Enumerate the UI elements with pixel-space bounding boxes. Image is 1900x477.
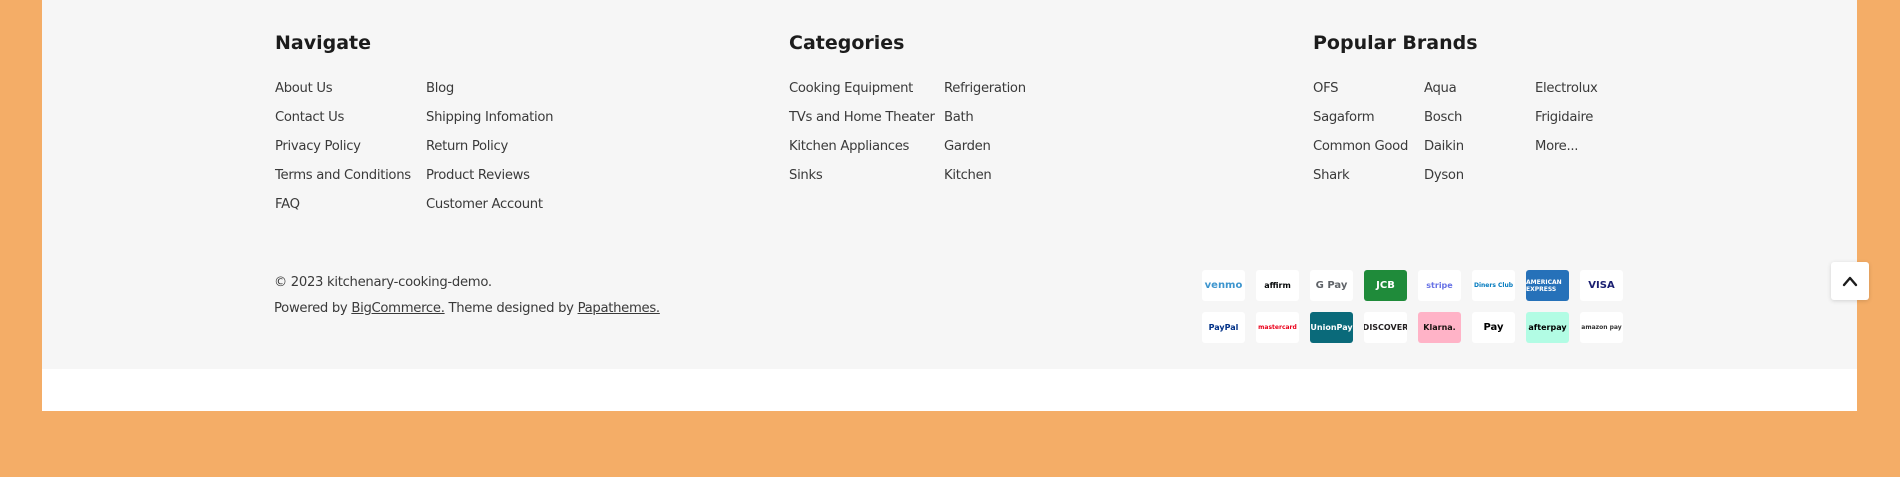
brand-link-bosch[interactable]: Bosch	[1424, 109, 1464, 138]
category-link-refrigeration[interactable]: Refrigeration	[944, 80, 1026, 109]
brand-link-common-good[interactable]: Common Good	[1313, 138, 1408, 167]
brands-heading: Popular Brands	[1313, 32, 1478, 54]
unionpay-icon: UnionPay	[1310, 312, 1353, 343]
brand-link-electrolux[interactable]: Electrolux	[1535, 80, 1598, 109]
back-to-top-button[interactable]	[1831, 262, 1869, 300]
categories-list-1: Cooking Equipment TVs and Home Theater K…	[789, 80, 935, 196]
footer-link-about-us[interactable]: About Us	[275, 80, 411, 109]
brands-list-2: Aqua Bosch Daikin Dyson	[1424, 80, 1464, 196]
amazon-pay-icon: amazon pay	[1580, 312, 1623, 343]
discover-icon: DISCOVER	[1364, 312, 1407, 343]
apple-pay-icon: Pay	[1472, 312, 1515, 343]
payment-icons: venmo affirm G Pay JCB stripe Diners Club AMER…	[1202, 270, 1642, 354]
categories-heading: Categories	[789, 32, 905, 54]
footer-link-contact-us[interactable]: Contact Us	[275, 109, 411, 138]
categories-list-2: Refrigeration Bath Garden Kitchen	[944, 80, 1026, 196]
footer-link-terms[interactable]: Terms and Conditions	[275, 167, 411, 196]
google-pay-icon: G Pay	[1310, 270, 1353, 301]
category-link-tvs[interactable]: TVs and Home Theater	[789, 109, 935, 138]
footer-copyright: © 2023 kitchenary-cooking-demo. Powered …	[274, 270, 660, 322]
footer-link-product-reviews[interactable]: Product Reviews	[426, 167, 553, 196]
brand-link-aqua[interactable]: Aqua	[1424, 80, 1464, 109]
navigate-list-2: Blog Shipping Infomation Return Policy P…	[426, 80, 553, 225]
brand-link-daikin[interactable]: Daikin	[1424, 138, 1464, 167]
footer-link-return-policy[interactable]: Return Policy	[426, 138, 553, 167]
brand-link-shark[interactable]: Shark	[1313, 167, 1408, 196]
category-link-kitchen-appliances[interactable]: Kitchen Appliances	[789, 138, 935, 167]
payment-row-1: venmo affirm G Pay JCB stripe Diners Club AMER…	[1202, 270, 1642, 301]
brand-link-frigidaire[interactable]: Frigidaire	[1535, 109, 1598, 138]
navigate-heading: Navigate	[275, 32, 372, 54]
navigate-list-1: About Us Contact Us Privacy Policy Terms…	[275, 80, 411, 225]
jcb-icon: JCB	[1364, 270, 1407, 301]
theme-prefix: Theme designed by	[444, 301, 578, 316]
site-footer: Navigate About Us Contact Us Privacy Pol…	[42, 0, 1857, 369]
copyright-text: © 2023 kitchenary-cooking-demo.	[274, 275, 492, 290]
brands-list-1: OFS Sagaform Common Good Shark	[1313, 80, 1408, 196]
footer-link-shipping[interactable]: Shipping Infomation	[426, 109, 553, 138]
category-link-cooking-equipment[interactable]: Cooking Equipment	[789, 80, 935, 109]
category-link-sinks[interactable]: Sinks	[789, 167, 935, 196]
paypal-icon: PayPal	[1202, 312, 1245, 343]
brand-link-more[interactable]: More...	[1535, 138, 1598, 167]
footer-link-faq[interactable]: FAQ	[275, 196, 411, 225]
footer-link-blog[interactable]: Blog	[426, 80, 553, 109]
klarna-icon: Klarna.	[1418, 312, 1461, 343]
powered-by-line: Powered by BigCommerce. Theme designed b…	[274, 296, 660, 322]
footer-link-privacy-policy[interactable]: Privacy Policy	[275, 138, 411, 167]
stripe-icon: stripe	[1418, 270, 1461, 301]
amex-icon: AMERICAN EXPRESS	[1526, 270, 1569, 301]
category-link-bath[interactable]: Bath	[944, 109, 1026, 138]
afterpay-icon: afterpay	[1526, 312, 1569, 343]
category-link-kitchen[interactable]: Kitchen	[944, 167, 1026, 196]
papathemes-link[interactable]: Papathemes.	[578, 301, 661, 316]
brands-list-3: Electrolux Frigidaire More...	[1535, 80, 1598, 167]
mastercard-icon: mastercard	[1256, 312, 1299, 343]
category-link-garden[interactable]: Garden	[944, 138, 1026, 167]
page-panel: Navigate About Us Contact Us Privacy Pol…	[42, 0, 1857, 411]
brand-link-dyson[interactable]: Dyson	[1424, 167, 1464, 196]
visa-icon: VISA	[1580, 270, 1623, 301]
brand-link-ofs[interactable]: OFS	[1313, 80, 1408, 109]
bigcommerce-link[interactable]: BigCommerce.	[351, 301, 445, 316]
payment-row-2: PayPal mastercard UnionPay DISCOVER Klarna. P…	[1202, 312, 1642, 343]
powered-by-prefix: Powered by	[274, 301, 352, 316]
chevron-up-icon	[1842, 276, 1858, 287]
brand-link-sagaform[interactable]: Sagaform	[1313, 109, 1408, 138]
footer-link-customer-account[interactable]: Customer Account	[426, 196, 553, 225]
diners-club-icon: Diners Club	[1472, 270, 1515, 301]
venmo-icon: venmo	[1202, 270, 1245, 301]
affirm-icon: affirm	[1256, 270, 1299, 301]
